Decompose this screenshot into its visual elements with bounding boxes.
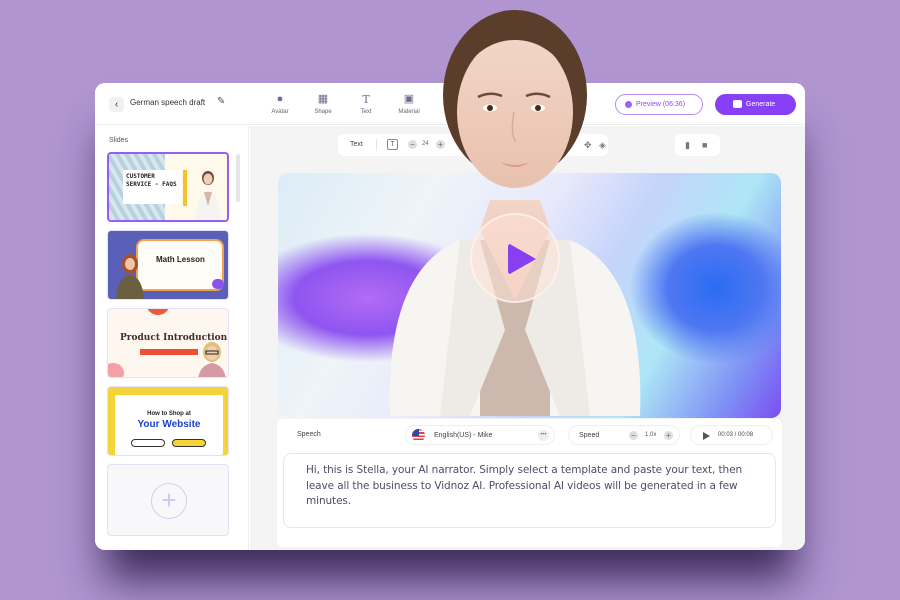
audio-time: 00:03 / 00:08 <box>718 432 754 438</box>
voice-name: English(US) - Mike <box>434 432 493 439</box>
tool-text[interactable]: T Text <box>349 93 383 115</box>
voice-selector[interactable]: English(US) - Mike ••• <box>405 425 555 445</box>
speed-control: Speed − 1.0x + <box>568 425 680 445</box>
slide-card <box>136 239 224 291</box>
slide-arc-decoration <box>146 309 170 315</box>
slide-button-filled <box>172 439 206 447</box>
actions-bar: ▮ ■ <box>675 134 720 156</box>
us-flag-icon <box>412 429 425 442</box>
text-format-bar: Text T − 24 + ≡ ✥ ◈ <box>338 134 608 156</box>
preview-label: Preview (06:36) <box>636 101 686 108</box>
slide-1-title: CUSTOMER SERVICE - FAQS <box>126 173 177 188</box>
audio-play-button[interactable]: 00:03 / 00:08 <box>690 425 773 445</box>
slide-browser-window: How to Shop at Your Website <box>115 395 223 455</box>
slides-title: Slides <box>109 137 129 144</box>
slide-4-subtitle: How to Shop at <box>147 411 191 417</box>
slide-accent-bar <box>183 170 187 206</box>
slide-4-title: Your Website <box>137 419 201 430</box>
decrease-font-button[interactable]: − <box>408 140 417 149</box>
slides-scrollbar[interactable] <box>236 154 240 202</box>
delete-icon[interactable]: ▮ <box>685 139 690 151</box>
text-icon: T <box>362 93 370 106</box>
tool-material-label: Material <box>398 109 420 115</box>
add-slide-button[interactable]: + <box>107 464 229 536</box>
project-title: German speech draft <box>130 98 206 107</box>
edit-title-icon[interactable]: ✎ <box>217 96 225 107</box>
slide-thumbnail-4[interactable]: How to Shop at Your Website <box>107 386 229 456</box>
slide-title-box: CUSTOMER SERVICE - FAQS <box>123 170 181 204</box>
tool-text-label: Text <box>360 109 372 115</box>
align-left-icon[interactable]: ≡ <box>567 139 572 151</box>
format-bar-label: Text <box>350 141 363 148</box>
avatar-icon: ● <box>276 93 284 105</box>
video-play-button[interactable] <box>470 213 560 303</box>
canvas-area: Text T − 24 + ≡ ✥ ◈ ▮ ■ Speech English(U… <box>250 126 805 550</box>
tool-material[interactable]: ▣ Material <box>392 93 426 115</box>
tool-shape[interactable]: ▦ Shape <box>306 93 340 115</box>
script-textarea[interactable]: Hi, this is Stella, your AI narrator. Si… <box>283 453 776 528</box>
shape-icon: ▦ <box>317 93 329 105</box>
slide-cta-bar <box>140 349 198 355</box>
slide-wave-decoration <box>108 363 124 377</box>
material-icon: ▣ <box>403 93 415 105</box>
divider <box>376 139 377 151</box>
slide-thumbnail-3[interactable]: Product Introduction <box>107 308 229 378</box>
tool-avatar[interactable]: ● Avatar <box>263 93 297 115</box>
back-button[interactable]: ‹ <box>109 97 124 112</box>
background-blob-right <box>631 213 781 363</box>
speed-value: 1.0x <box>645 432 657 438</box>
slide-2-title: Math Lesson <box>156 255 205 264</box>
slide-2-avatar <box>116 254 144 299</box>
increase-speed-button[interactable]: + <box>664 431 673 440</box>
text-style-icon[interactable]: T <box>387 139 398 150</box>
slide-1-avatar <box>195 171 221 220</box>
slide-button-outline <box>131 439 165 447</box>
font-size-value: 24 <box>422 141 429 147</box>
play-icon <box>703 432 710 440</box>
speed-label: Speed <box>579 432 600 439</box>
preview-button[interactable]: Preview (06:36) <box>615 94 703 115</box>
play-icon <box>508 243 536 275</box>
generate-button[interactable]: Generate <box>715 94 796 115</box>
editor-window: ‹ German speech draft ✎ ● Avatar ▦ Shape… <box>95 83 805 550</box>
top-bar: ‹ German speech draft ✎ ● Avatar ▦ Shape… <box>95 83 805 125</box>
increase-font-button[interactable]: + <box>436 140 445 149</box>
slide-3-avatar <box>198 342 226 377</box>
move-icon[interactable]: ✥ <box>584 139 592 151</box>
lock-icon[interactable]: ■ <box>702 139 707 151</box>
generate-label: Generate <box>746 101 776 108</box>
slide-thumbnail-1[interactable]: CUSTOMER SERVICE - FAQS <box>107 152 229 222</box>
speech-label: Speech <box>297 431 321 438</box>
slide-thumbnail-2[interactable]: Math Lesson <box>107 230 229 300</box>
heart-decoration <box>212 279 224 289</box>
layers-icon[interactable]: ◈ <box>599 139 606 151</box>
tool-avatar-label: Avatar <box>271 109 289 115</box>
more-options-icon[interactable]: ••• <box>538 430 549 441</box>
slides-panel: Slides CUSTOMER SERVICE - FAQS Math Less… <box>95 126 249 550</box>
decrease-speed-button[interactable]: − <box>629 431 638 440</box>
speech-panel: Speech English(US) - Mike ••• Speed − 1.… <box>277 419 782 547</box>
plus-icon: + <box>151 483 187 519</box>
generate-icon <box>733 100 742 108</box>
background-blob-left <box>278 233 498 363</box>
tool-shape-label: Shape <box>314 109 332 115</box>
play-circle-icon <box>625 101 632 108</box>
